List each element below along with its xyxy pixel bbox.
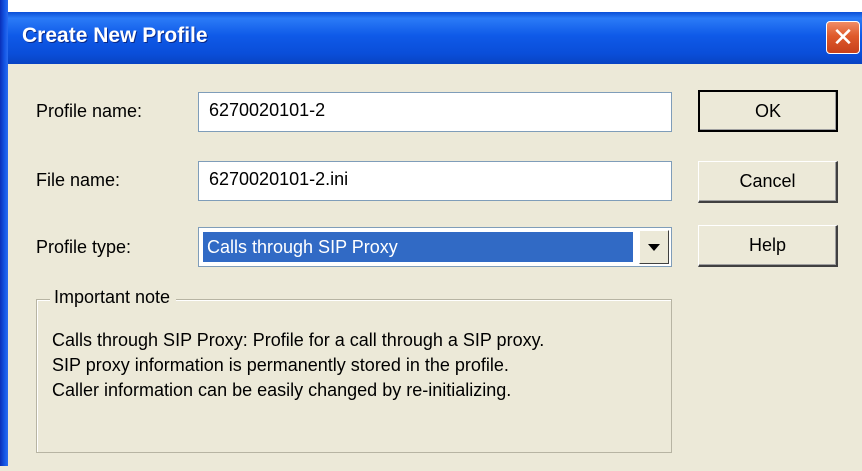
- profile-type-selected-value: Calls through SIP Proxy: [203, 232, 633, 262]
- important-note-group: [36, 299, 672, 453]
- dialog-title: Create New Profile: [22, 24, 208, 47]
- top-strip: [0, 0, 862, 12]
- close-button[interactable]: ✕: [826, 21, 860, 54]
- ok-button[interactable]: OK: [698, 90, 838, 132]
- note-line: SIP proxy information is permanently sto…: [52, 355, 509, 375]
- create-profile-dialog: Create New Profile ✕ Profile name: 62700…: [0, 0, 862, 471]
- profile-type-select[interactable]: Calls through SIP Proxy: [198, 227, 672, 267]
- chevron-down-icon: [648, 244, 660, 251]
- profile-name-label: Profile name:: [36, 101, 143, 121]
- bottom-strip: [0, 466, 862, 471]
- note-line: Calls through SIP Proxy: Profile for a c…: [52, 330, 545, 350]
- dropdown-button[interactable]: [639, 230, 669, 264]
- file-name-input[interactable]: 6270020101-2.ini: [198, 161, 672, 201]
- window-left-frame: [0, 0, 8, 471]
- profile-name-input[interactable]: 6270020101-2: [198, 92, 672, 132]
- important-note-title: Important note: [50, 287, 177, 308]
- file-name-label: File name:: [36, 170, 121, 190]
- cancel-button[interactable]: Cancel: [698, 161, 838, 203]
- help-button[interactable]: Help: [698, 225, 838, 267]
- note-line: Caller information can be easily changed…: [52, 380, 512, 400]
- profile-type-label: Profile type:: [36, 237, 132, 257]
- title-bar[interactable]: Create New Profile ✕: [8, 12, 862, 64]
- close-icon: ✕: [832, 22, 854, 52]
